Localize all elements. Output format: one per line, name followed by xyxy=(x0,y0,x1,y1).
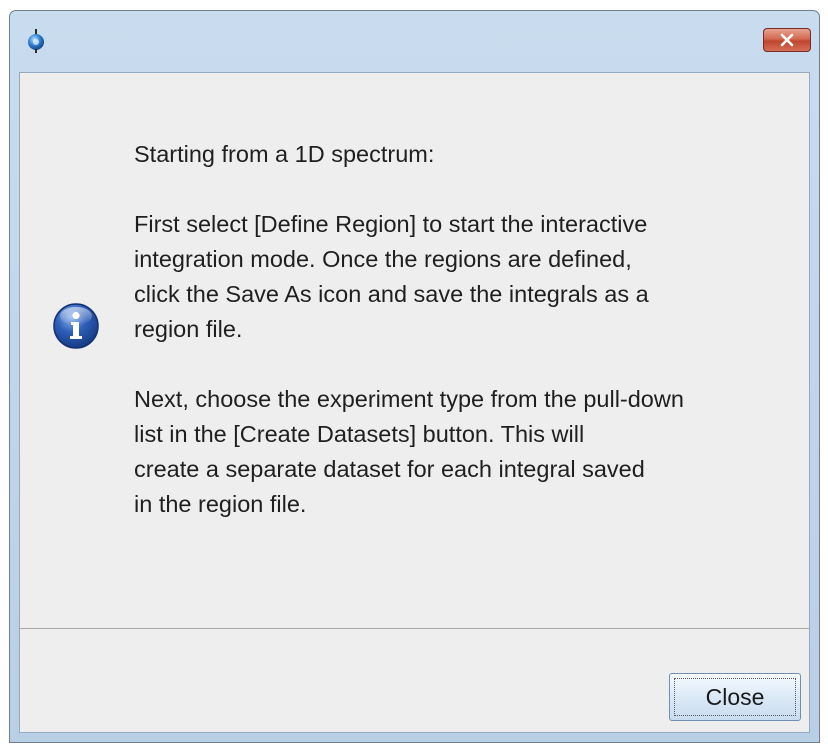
dialog-content: Starting from a 1D spectrum: First selec… xyxy=(19,72,810,733)
focus-ring xyxy=(674,678,796,716)
window-close-button[interactable] xyxy=(763,28,811,52)
dialog-window: Starting from a 1D spectrum: First selec… xyxy=(9,10,820,743)
close-button[interactable]: Close xyxy=(669,673,801,721)
message-paragraph-3: Next, choose the experiment type from th… xyxy=(134,386,684,517)
title-bar[interactable] xyxy=(10,11,819,71)
close-icon xyxy=(780,33,794,47)
info-icon xyxy=(52,302,100,350)
separator xyxy=(20,628,809,629)
message-text: Starting from a 1D spectrum: First selec… xyxy=(134,137,814,522)
app-logo-icon xyxy=(24,29,48,53)
message-paragraph-1: Starting from a 1D spectrum: xyxy=(134,141,435,167)
message-paragraph-2: First select [Define Region] to start th… xyxy=(134,211,649,342)
